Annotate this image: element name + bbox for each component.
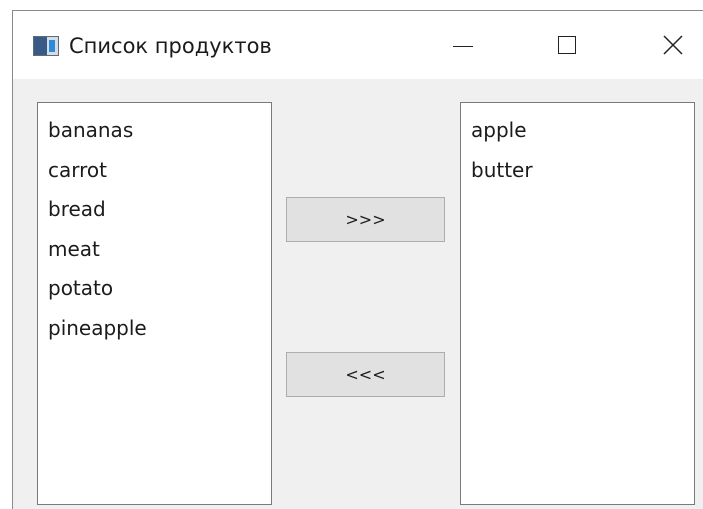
- maximize-button[interactable]: [538, 11, 598, 79]
- selected-products-list[interactable]: apple butter: [460, 102, 695, 505]
- list-item[interactable]: carrot: [48, 151, 271, 191]
- window-title: Список продуктов: [69, 34, 272, 58]
- list-item[interactable]: pineapple: [48, 309, 271, 349]
- move-right-button[interactable]: >>>: [286, 197, 445, 242]
- app-window-icon: [33, 36, 59, 56]
- move-left-button[interactable]: <<<: [286, 352, 445, 397]
- title-bar[interactable]: Список продуктов: [13, 11, 703, 79]
- list-item[interactable]: bananas: [48, 111, 271, 151]
- close-icon: [663, 35, 683, 55]
- list-item[interactable]: potato: [48, 269, 271, 309]
- available-products-list[interactable]: bananas carrot bread meat potato pineapp…: [37, 102, 272, 505]
- list-item[interactable]: butter: [471, 151, 694, 191]
- maximize-icon: [558, 36, 576, 54]
- list-item[interactable]: meat: [48, 230, 271, 270]
- minimize-button[interactable]: [433, 11, 493, 79]
- list-item[interactable]: apple: [471, 111, 694, 151]
- list-item[interactable]: bread: [48, 190, 271, 230]
- minimize-icon: [453, 46, 473, 47]
- close-button[interactable]: [643, 11, 703, 79]
- app-window: Список продуктов bananas carrot bread me…: [12, 10, 703, 509]
